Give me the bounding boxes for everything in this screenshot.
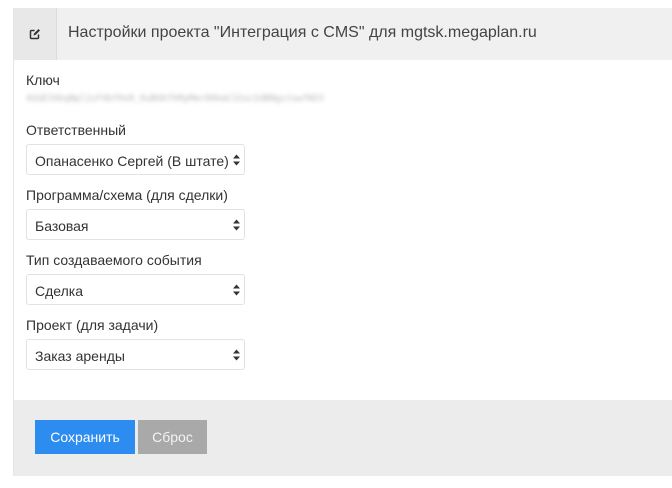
event-type-select[interactable]: Сделка xyxy=(26,274,245,305)
responsible-select-value: Опанасенко Сергей (В штате) xyxy=(35,153,229,169)
settings-panel: Настройки проекта "Интеграция с CMS" для… xyxy=(13,8,672,476)
key-value-text: 4GGE34kqNpl2zF4bfHxR_0uBGKfhMyMmr00kmC32… xyxy=(26,94,325,104)
project-label: Проект (для задачи) xyxy=(26,317,159,333)
select-arrows-icon xyxy=(233,349,240,361)
select-arrows-icon xyxy=(233,154,240,166)
select-arrows-icon xyxy=(233,219,240,231)
edit-icon xyxy=(29,29,40,40)
project-select-value: Заказ аренды xyxy=(35,348,125,364)
event-type-label: Тип создаваемого события xyxy=(26,252,202,268)
select-arrows-icon xyxy=(233,284,240,296)
panel-header: Настройки проекта "Интеграция с CMS" для… xyxy=(14,8,672,60)
responsible-select[interactable]: Опанасенко Сергей (В штате) xyxy=(26,144,245,175)
program-select[interactable]: Базовая xyxy=(26,209,245,240)
key-value[interactable]: 4GGE34kqNpl2zF4bfHxR_0uBGKfhMyMmr00kmC32… xyxy=(26,94,481,104)
key-label: Ключ xyxy=(26,72,60,88)
save-button[interactable]: Сохранить xyxy=(35,420,135,454)
page-title: Настройки проекта "Интеграция с CMS" для… xyxy=(68,24,537,41)
reset-button[interactable]: Сброс xyxy=(138,420,207,454)
program-select-value: Базовая xyxy=(35,218,89,234)
responsible-label: Ответственный xyxy=(26,122,126,138)
form-footer: Сохранить Сброс xyxy=(14,400,672,476)
event-type-select-value: Сделка xyxy=(35,283,83,299)
program-label: Программа/схема (для сделки) xyxy=(26,187,228,203)
project-select[interactable]: Заказ аренды xyxy=(26,339,245,370)
edit-button[interactable] xyxy=(14,8,57,60)
